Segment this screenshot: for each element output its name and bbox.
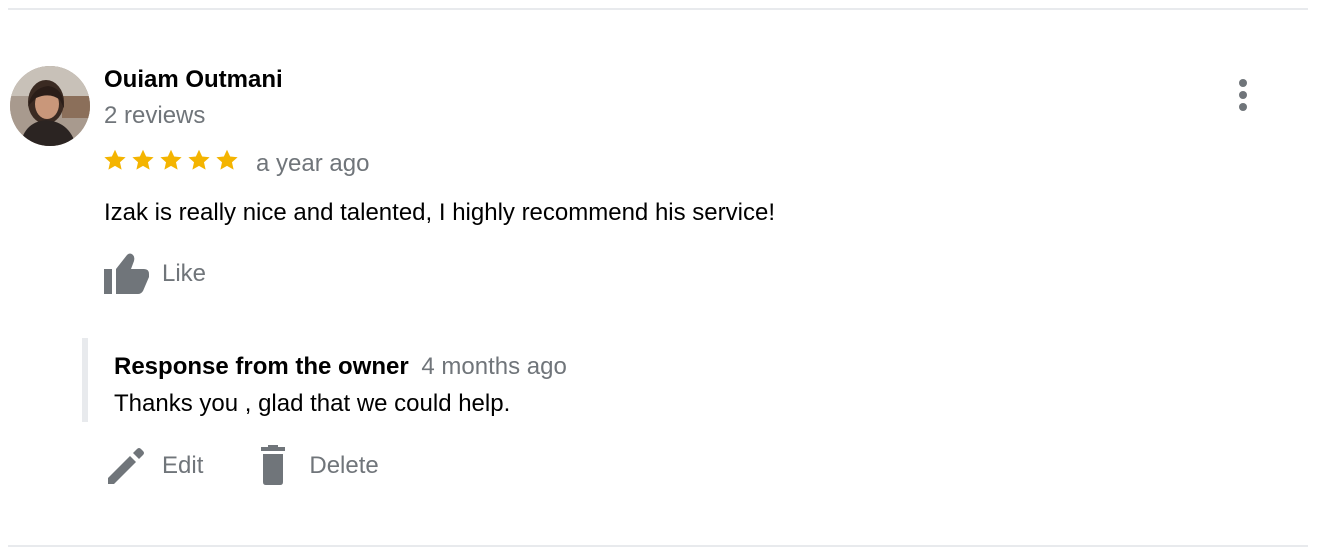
more-options-button[interactable] (1226, 76, 1260, 116)
thumb-up-icon (104, 253, 149, 294)
like-label: Like (162, 260, 207, 287)
avatar-photo (10, 66, 90, 146)
response-title: Response from the owner (114, 353, 409, 380)
review-text: Izak is really nice and talented, I high… (104, 199, 775, 226)
star-icon (132, 149, 154, 170)
edit-label: Edit (162, 452, 204, 479)
review-time: a year ago (256, 150, 370, 177)
owner-response: Response from the owner 4 months ago Tha… (82, 338, 782, 422)
reviewer-name[interactable]: Ouiam Outmani (104, 66, 283, 94)
response-time: 4 months ago (421, 353, 567, 380)
pencil-icon (108, 448, 144, 484)
response-actions: Edit Delete (104, 444, 379, 488)
review-count[interactable]: 2 reviews (104, 102, 205, 130)
delete-label: Delete (309, 452, 379, 479)
trash-icon (261, 445, 286, 485)
like-button[interactable]: Like (102, 252, 206, 296)
bottom-divider (8, 545, 1308, 547)
top-divider (8, 8, 1308, 10)
review-card: Ouiam Outmani 2 reviews a year ago Izak … (0, 0, 1323, 556)
response-header: Response from the owner 4 months ago (114, 353, 567, 381)
star-icon (104, 149, 126, 170)
reviewer-avatar[interactable] (10, 66, 90, 146)
delete-button[interactable]: Delete (251, 444, 379, 488)
more-vert-icon (1239, 79, 1247, 111)
star-rating (102, 147, 240, 177)
star-icon (160, 149, 182, 170)
edit-button[interactable]: Edit (104, 444, 203, 488)
star-icon (188, 149, 210, 170)
star-icon (216, 149, 238, 170)
response-text: Thanks you , glad that we could help. (114, 390, 511, 417)
